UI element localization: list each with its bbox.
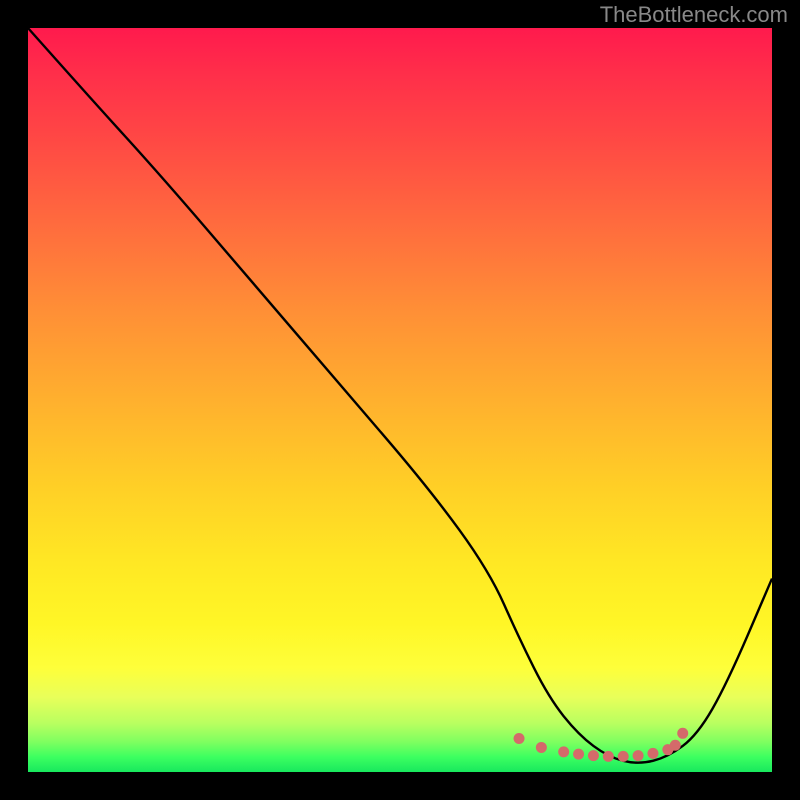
plot-area <box>28 28 772 772</box>
marker-dot <box>514 733 525 744</box>
marker-dot <box>573 749 584 760</box>
marker-dot <box>618 751 629 762</box>
marker-dot <box>588 750 599 761</box>
watermark-text: TheBottleneck.com <box>600 2 788 28</box>
marker-dot <box>633 750 644 761</box>
chart-svg <box>28 28 772 772</box>
bottleneck-curve-path <box>28 28 772 763</box>
marker-dot <box>670 740 681 751</box>
marker-dot <box>677 728 688 739</box>
chart-frame: TheBottleneck.com <box>0 0 800 800</box>
marker-dot <box>536 742 547 753</box>
marker-dot <box>603 751 614 762</box>
marker-dot <box>647 748 658 759</box>
marker-dot <box>558 746 569 757</box>
